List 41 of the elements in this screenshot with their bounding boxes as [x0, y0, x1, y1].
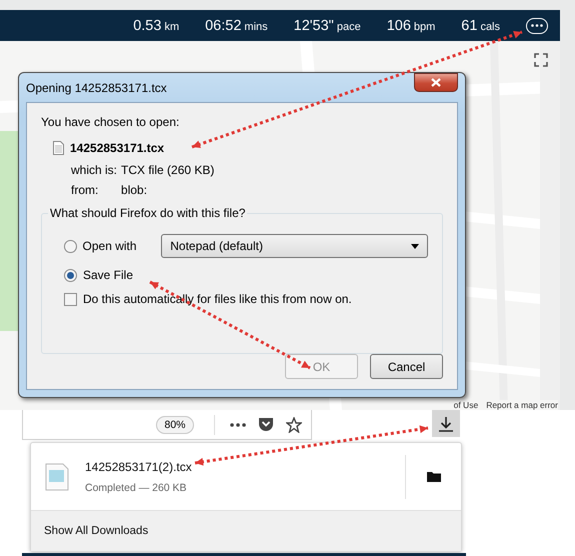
stat-value: 61 cals: [461, 18, 500, 34]
map-link[interactable]: of Use: [454, 400, 478, 410]
radio-button[interactable]: [64, 240, 77, 252]
fullscreen-icon[interactable]: [534, 53, 548, 67]
detail-label: from:: [71, 183, 100, 197]
more-icon: [531, 24, 543, 27]
document-icon: [45, 462, 69, 490]
star-icon[interactable]: [285, 416, 303, 434]
file-name: 14252853171.tcx: [70, 141, 164, 155]
download-button[interactable]: [432, 410, 460, 437]
download-item[interactable]: 14252853171(2).tcx Completed — 260 KB: [31, 460, 405, 494]
map-link[interactable]: Report a map error: [486, 400, 558, 410]
radio-button[interactable]: [64, 268, 77, 282]
dialog-button[interactable]: Cancel: [370, 354, 443, 379]
detail-label: which is:: [71, 163, 118, 177]
file-icon: [53, 141, 64, 155]
shield-icon[interactable]: [257, 416, 275, 434]
download-icon: [438, 416, 454, 432]
detail-value: blob:: [121, 183, 148, 197]
zoom-button[interactable]: 80%: [156, 416, 194, 434]
stat-value: 106 bpm: [386, 18, 436, 34]
option-label: Save File: [83, 268, 134, 282]
checkbox[interactable]: [64, 292, 77, 306]
app-dropdown[interactable]: Notepad (default): [161, 234, 428, 258]
caret-icon: [411, 244, 420, 248]
folder-icon: [426, 471, 440, 482]
stat-value: 06:52 mins: [205, 18, 268, 34]
window-title: Opening 14252853171.tcx: [26, 80, 167, 94]
close-icon: [431, 78, 441, 87]
show-all-downloads-button[interactable]: Show All Downloads: [31, 511, 461, 551]
stat-value: 0.53 km: [133, 18, 180, 34]
stat-value: 12'53" pace: [294, 18, 361, 34]
detail-value: TCX file (260 KB): [121, 163, 214, 177]
address-bar[interactable]: 80%: [22, 410, 312, 440]
group-label: What should Firefox do with this file?: [48, 206, 248, 220]
intro-text: You have chosen to open:: [41, 115, 180, 129]
download-status: Completed — 260 KB: [85, 482, 188, 494]
close-button[interactable]: [414, 73, 458, 92]
download-name: 14252853171(2).tcx: [85, 460, 192, 474]
more-button[interactable]: [526, 18, 548, 34]
option-label: Open with: [82, 239, 138, 253]
